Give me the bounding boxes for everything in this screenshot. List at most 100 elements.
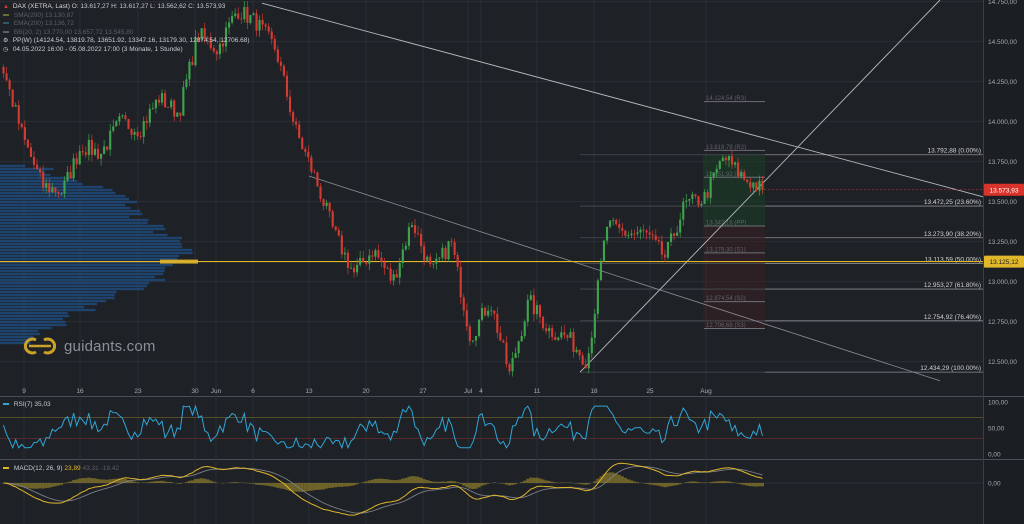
volume-profile-bar xyxy=(0,257,178,261)
candle xyxy=(389,268,392,281)
macd-histogram-bar xyxy=(318,483,323,490)
volume-profile-bar xyxy=(0,263,173,267)
macd-histogram-bar xyxy=(379,478,383,483)
candle xyxy=(298,124,301,138)
candle xyxy=(346,252,350,268)
candle xyxy=(121,115,124,117)
chart-canvas[interactable]: 9 16 23 30 Jun 6 13 20 27 Jul 4 11 18 25 Aug 14.750,00 1… xyxy=(0,0,1024,524)
macd-histogram-bar xyxy=(407,476,411,483)
candle xyxy=(529,295,532,300)
macd-label: MACD(12, 26, 9) xyxy=(13,465,63,472)
candle xyxy=(505,342,508,365)
legend-row-bb[interactable]: BB(20, 2) 13.770,00 13.657,72 13.545,80 xyxy=(3,29,250,38)
ema-swatch xyxy=(3,22,9,25)
legend-ema-value: 13.136,72 xyxy=(44,20,74,27)
candle xyxy=(145,120,148,123)
candle xyxy=(682,201,685,220)
macd-histogram-bar xyxy=(145,482,149,483)
candle xyxy=(712,172,715,178)
candle xyxy=(267,26,270,32)
candle xyxy=(575,349,578,353)
macd-histogram-bar xyxy=(672,483,676,486)
candle xyxy=(468,326,471,342)
macd-histogram-bar xyxy=(81,478,85,483)
candle xyxy=(395,274,398,278)
x-tick-label: 30 xyxy=(191,388,199,395)
macd-histogram-bar xyxy=(383,479,387,483)
macd-histogram-bar xyxy=(437,481,441,483)
macd-histogram-bar xyxy=(754,483,758,487)
volume-profile-bar xyxy=(0,227,166,231)
fib-label: 12.754,92 (76.40%) xyxy=(924,314,981,321)
macd-histogram-bar xyxy=(718,481,722,483)
candle xyxy=(401,249,404,264)
pivot-label: 13.651,92 (R1) xyxy=(706,172,746,178)
candle xyxy=(599,261,602,281)
macd-histogram-bar xyxy=(739,483,743,485)
legend-low: L: 13.562,62 xyxy=(150,3,187,10)
macd-histogram-bar xyxy=(38,483,42,489)
macd-histogram-bar xyxy=(760,483,764,487)
macd-histogram-bar xyxy=(148,481,152,483)
candle xyxy=(636,232,639,234)
volume-profile-bar xyxy=(0,224,164,228)
resistance-trendline xyxy=(261,2,984,198)
macd-histogram-bar xyxy=(99,479,103,483)
macd-histogram-bar xyxy=(136,482,140,483)
legend-range: 04.05.2022 16:00 - 05.08.2022 17:00 xyxy=(12,45,120,53)
candle xyxy=(545,328,548,332)
macd-histogram-bar xyxy=(504,483,508,485)
candle xyxy=(554,336,557,340)
candle xyxy=(307,151,310,158)
macd-histogram-bar xyxy=(635,482,640,483)
rsi-tick-label: 100,00 xyxy=(988,400,1008,407)
macd-histogram-bar xyxy=(248,483,252,484)
candle xyxy=(733,162,737,165)
macd-histogram-bar xyxy=(151,481,155,483)
candle xyxy=(54,187,57,193)
candle xyxy=(612,220,615,221)
macd-histogram-bar xyxy=(29,483,33,489)
candle xyxy=(352,267,356,273)
candle xyxy=(520,336,523,342)
legend-row-sma[interactable]: SMA(200) 13.130,87 xyxy=(3,12,250,21)
volume-profile-bar xyxy=(0,254,180,258)
candle xyxy=(581,355,584,365)
candle xyxy=(45,183,48,188)
x-tick-label: 23 xyxy=(134,388,142,395)
chart-window: 9 16 23 30 Jun 6 13 20 27 Jul 4 11 18 25 Aug 14.750,00 1… xyxy=(0,0,1024,524)
candle xyxy=(255,13,258,31)
settings-icon[interactable]: ⚙ xyxy=(3,37,9,46)
volume-profile-bar xyxy=(0,314,70,318)
macd-histogram-bar xyxy=(178,483,182,484)
volume-profile-bar xyxy=(0,281,150,285)
candle xyxy=(371,255,374,257)
legend-row-ema[interactable]: EMA(200) 13.136,72 xyxy=(3,20,250,29)
x-tick-label: Jun xyxy=(211,388,222,395)
candle xyxy=(109,130,112,150)
candle xyxy=(66,171,69,181)
chart-legend: ▲ DAX (XETRA, Last) O: 13.617,27 H: 13.6… xyxy=(3,3,250,54)
volume-profile-bar xyxy=(0,179,78,183)
fib-label: 13.113,59 (50.00%) xyxy=(924,256,981,263)
candle xyxy=(551,328,554,337)
candle xyxy=(392,274,395,281)
legend-range-note: (3 Monate, 1 Stunde) xyxy=(121,45,183,53)
candle xyxy=(423,246,426,261)
candle xyxy=(691,194,694,200)
candle xyxy=(78,151,81,165)
candle xyxy=(590,337,593,354)
pivot-label: 12.874,54 (S2) xyxy=(706,296,746,302)
legend-row-pivot[interactable]: ⚙ PP(W) (14124.54, 13819.78, 13651.92, 1… xyxy=(3,37,250,46)
guidants-logo: guidants.com xyxy=(22,335,156,357)
macd-value: 23,89 xyxy=(64,465,81,472)
macd-histogram-bar xyxy=(581,483,585,485)
pivot-label: 12.706,68 (S3) xyxy=(706,323,746,329)
macd-histogram-bar xyxy=(105,479,109,483)
macd-histogram-bar xyxy=(742,483,746,486)
candle xyxy=(450,241,453,243)
macd-histogram-bar xyxy=(312,483,316,491)
candle xyxy=(374,250,377,257)
candle xyxy=(35,164,39,169)
macd-histogram-bar xyxy=(59,483,63,485)
